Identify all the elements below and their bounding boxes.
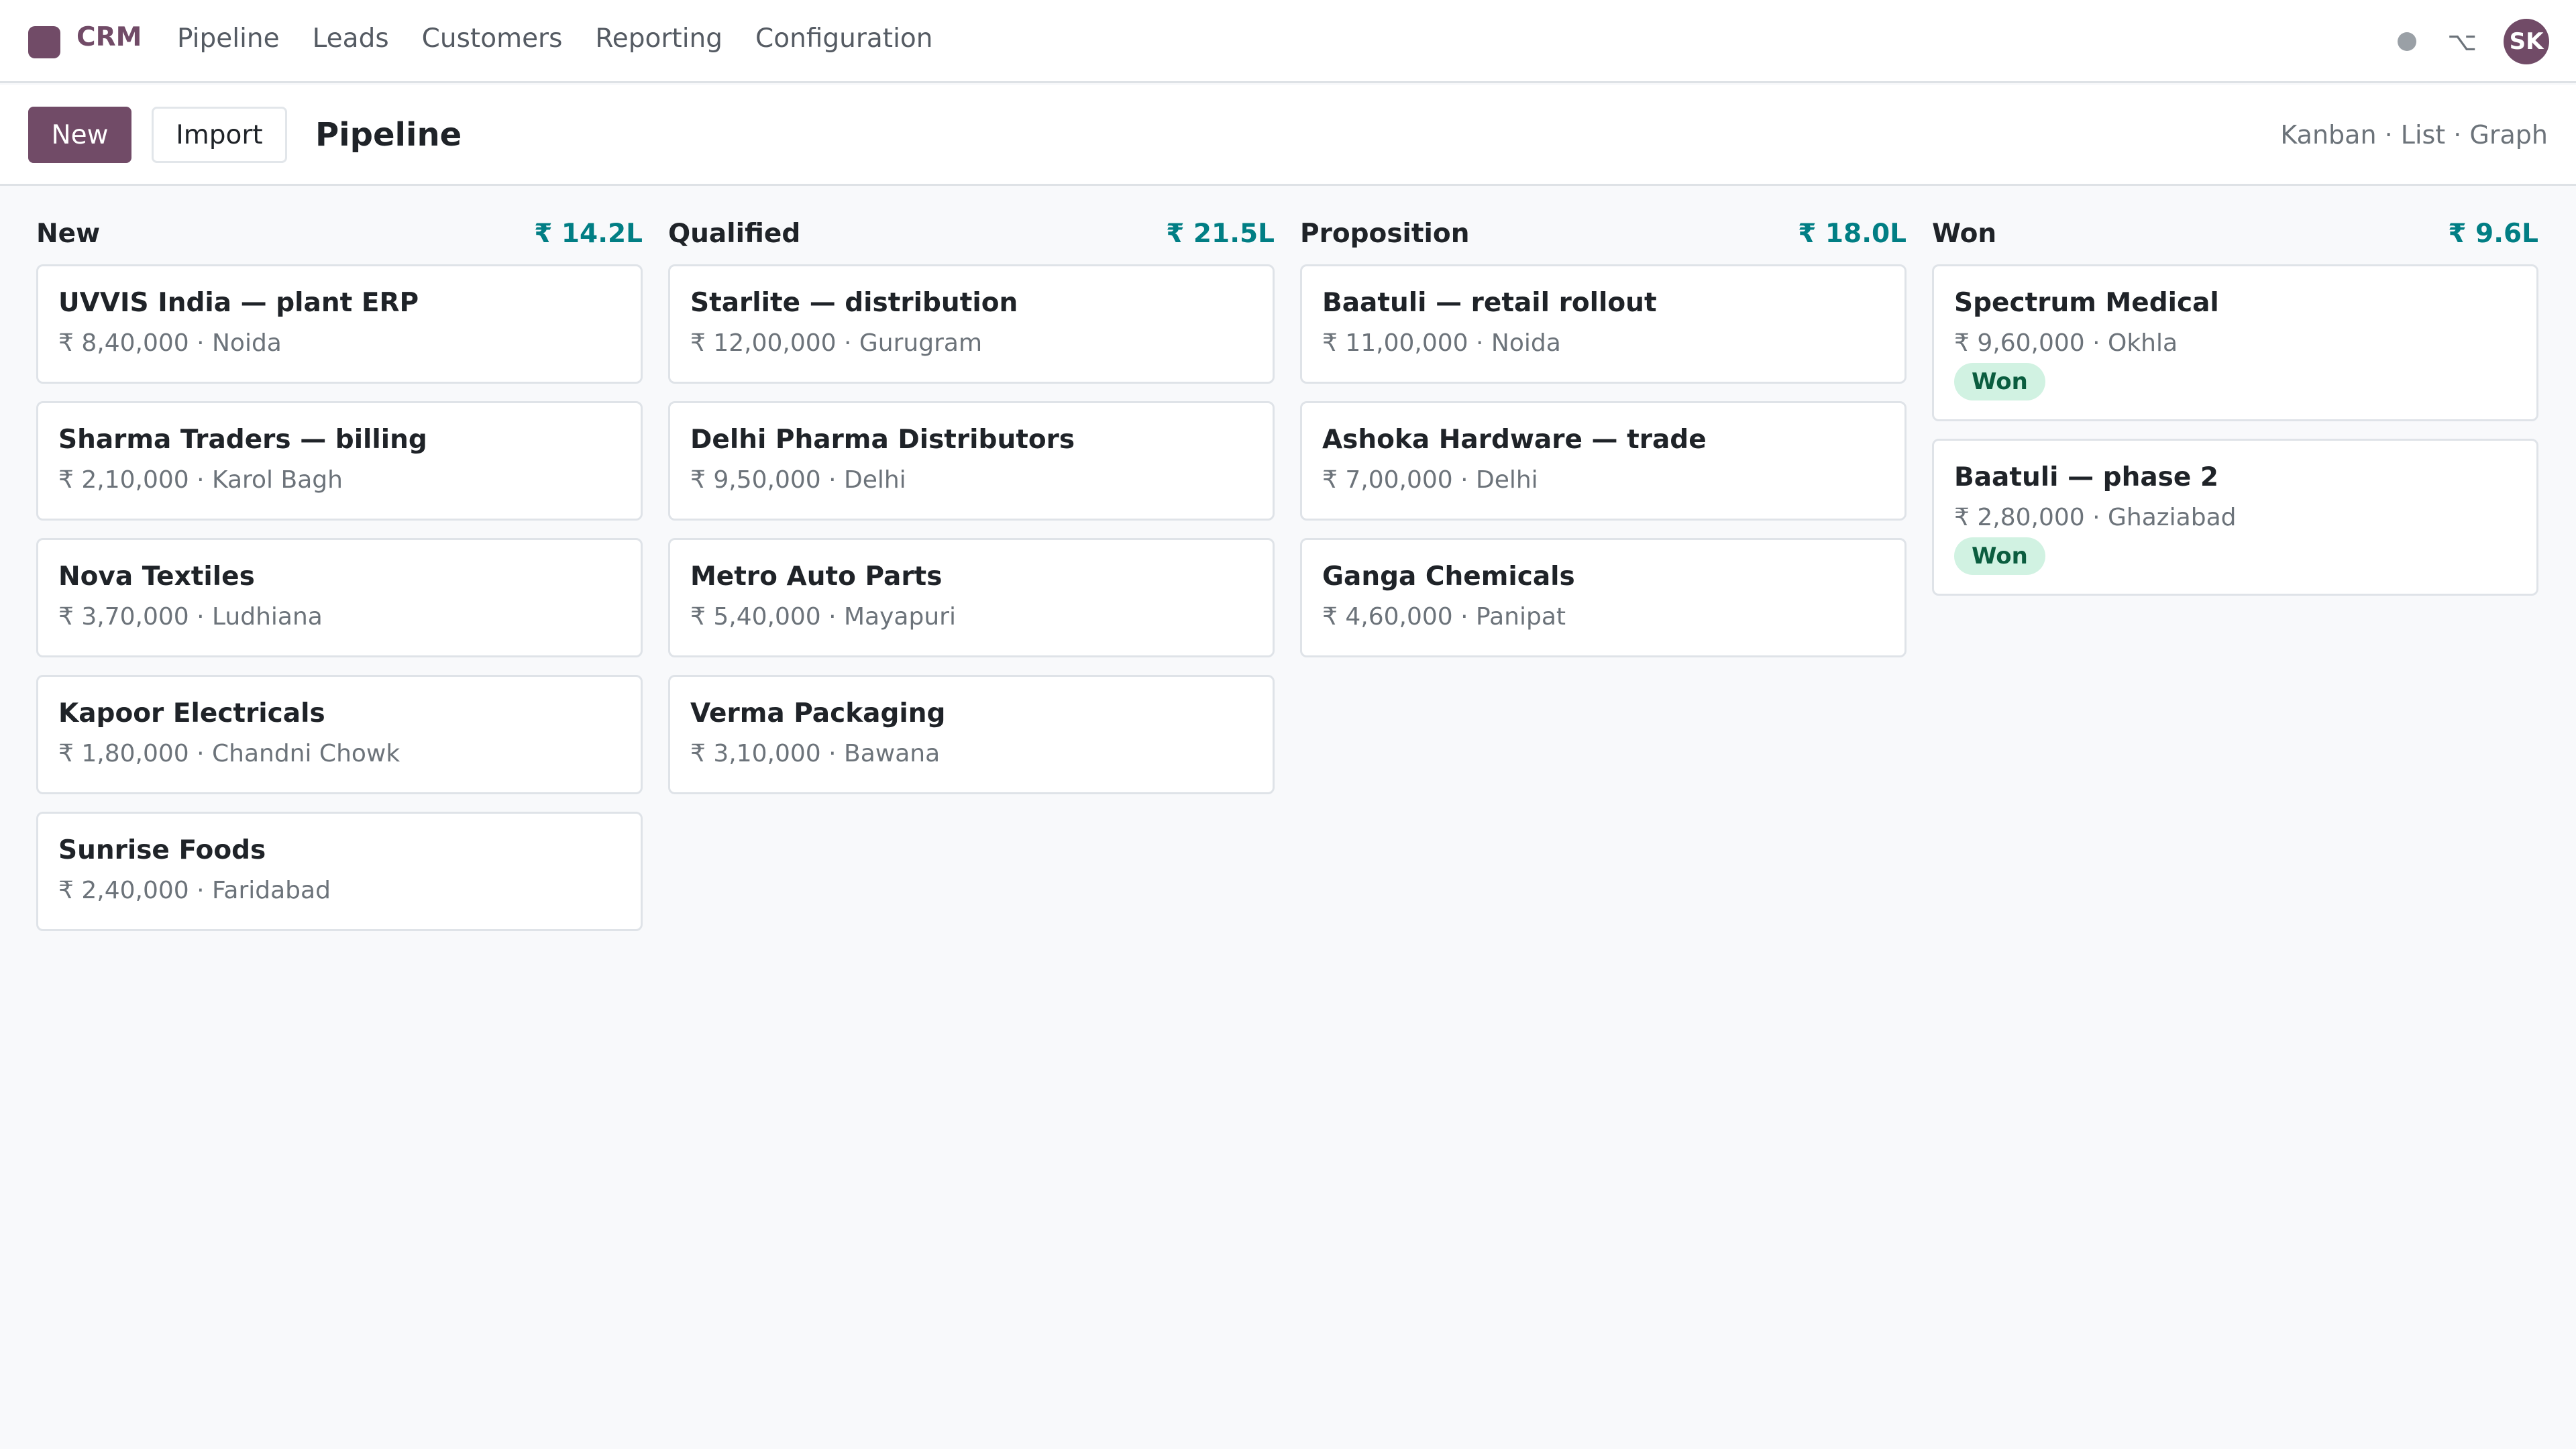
kanban-card[interactable]: UVVIS India — plant ERP ₹ 8,40,000 · Noi… bbox=[36, 264, 643, 384]
won-tag: Won bbox=[1954, 537, 2045, 575]
app-logo-icon[interactable] bbox=[28, 26, 60, 58]
menu-item-reporting[interactable]: Reporting bbox=[595, 21, 722, 56]
kanban-card[interactable]: Ashoka Hardware — trade ₹ 7,00,000 · Del… bbox=[1300, 401, 1907, 521]
card-title: Baatuli — retail rollout bbox=[1322, 288, 1657, 318]
kanban-card[interactable]: Ganga Chemicals ₹ 4,60,000 · Panipat bbox=[1300, 538, 1907, 657]
card-title: Ashoka Hardware — trade bbox=[1322, 425, 1707, 455]
card-title: UVVIS India — plant ERP bbox=[58, 288, 419, 318]
card-meta: ₹ 11,00,000 · Noida bbox=[1322, 329, 1561, 357]
kanban-card[interactable]: Sunrise Foods ₹ 2,40,000 · Faridabad bbox=[36, 812, 643, 931]
card-title: Baatuli — phase 2 bbox=[1954, 462, 2219, 492]
menu-item-configuration[interactable]: Configuration bbox=[755, 21, 933, 56]
column-header[interactable]: Qualified ₹ 21.5L bbox=[668, 213, 1275, 254]
card-meta: ₹ 5,40,000 · Mayapuri bbox=[690, 603, 956, 631]
menu-item-leads[interactable]: Leads bbox=[313, 21, 389, 56]
import-button[interactable]: Import bbox=[152, 107, 287, 163]
column-total: ₹ 18.0L bbox=[1798, 218, 1907, 249]
view-switcher[interactable]: Kanban · List · Graph bbox=[2280, 117, 2548, 152]
column-total: ₹ 14.2L bbox=[534, 218, 643, 249]
card-meta: ₹ 4,60,000 · Panipat bbox=[1322, 603, 1566, 631]
card-meta: ₹ 7,00,000 · Delhi bbox=[1322, 466, 1538, 494]
kanban-card[interactable]: Starlite — distribution ₹ 12,00,000 · Gu… bbox=[668, 264, 1275, 384]
kanban-column-proposition: Proposition ₹ 18.0L Baatuli — retail rol… bbox=[1300, 213, 1907, 949]
kanban-card[interactable]: Delhi Pharma Distributors ₹ 9,50,000 · D… bbox=[668, 401, 1275, 521]
kanban-card[interactable]: Kapoor Electricals ₹ 1,80,000 · Chandni … bbox=[36, 675, 643, 794]
card-meta: ₹ 2,10,000 · Karol Bagh bbox=[58, 466, 343, 494]
column-title: Proposition bbox=[1300, 218, 1470, 249]
card-meta: ₹ 9,60,000 · Okhla bbox=[1954, 329, 2178, 357]
card-meta: ₹ 9,50,000 · Delhi bbox=[690, 466, 906, 494]
kanban-card[interactable]: Verma Packaging ₹ 3,10,000 · Bawana bbox=[668, 675, 1275, 794]
card-title: Ganga Chemicals bbox=[1322, 561, 1575, 592]
navbar-systray: ⌥ SK bbox=[2398, 19, 2549, 64]
menu-item-pipeline[interactable]: Pipeline bbox=[177, 21, 280, 56]
card-meta: ₹ 3,10,000 · Bawana bbox=[690, 740, 941, 767]
page-title: Pipeline bbox=[315, 116, 462, 154]
kanban-card[interactable]: Sharma Traders — billing ₹ 2,10,000 · Ka… bbox=[36, 401, 643, 521]
card-meta: ₹ 12,00,000 · Gurugram bbox=[690, 329, 983, 357]
card-title: Spectrum Medical bbox=[1954, 288, 2219, 318]
kanban-card[interactable]: Baatuli — retail rollout ₹ 11,00,000 · N… bbox=[1300, 264, 1907, 384]
main-menu: Pipeline Leads Customers Reporting Confi… bbox=[177, 21, 966, 56]
card-title: Nova Textiles bbox=[58, 561, 255, 592]
debug-icon[interactable]: ⌥ bbox=[2447, 28, 2477, 55]
status-dot-icon[interactable] bbox=[2398, 32, 2417, 51]
column-header[interactable]: Won ₹ 9.6L bbox=[1932, 213, 2538, 254]
kanban-card[interactable]: Spectrum Medical ₹ 9,60,000 · Okhla Won bbox=[1932, 264, 2538, 421]
kanban-column-new: New ₹ 14.2L UVVIS India — plant ERP ₹ 8,… bbox=[36, 213, 643, 949]
card-title: Sunrise Foods bbox=[58, 835, 266, 865]
card-meta: ₹ 3,70,000 · Ludhiana bbox=[58, 603, 323, 631]
column-title: New bbox=[36, 218, 101, 249]
menu-item-customers[interactable]: Customers bbox=[422, 21, 563, 56]
top-navbar: CRM Pipeline Leads Customers Reporting C… bbox=[0, 0, 2576, 83]
kanban-card[interactable]: Baatuli — phase 2 ₹ 2,80,000 · Ghaziabad… bbox=[1932, 439, 2538, 596]
column-header[interactable]: New ₹ 14.2L bbox=[36, 213, 643, 254]
control-panel: New Import Pipeline Kanban · List · Grap… bbox=[0, 85, 2576, 186]
column-title: Qualified bbox=[668, 218, 801, 249]
card-title: Verma Packaging bbox=[690, 698, 946, 729]
column-total: ₹ 21.5L bbox=[1166, 218, 1275, 249]
kanban-column-qualified: Qualified ₹ 21.5L Starlite — distributio… bbox=[668, 213, 1275, 949]
app-name[interactable]: CRM bbox=[76, 20, 142, 55]
column-title: Won bbox=[1932, 218, 1997, 249]
card-meta: ₹ 8,40,000 · Noida bbox=[58, 329, 282, 357]
card-title: Metro Auto Parts bbox=[690, 561, 943, 592]
kanban-column-won: Won ₹ 9.6L Spectrum Medical ₹ 9,60,000 ·… bbox=[1932, 213, 2538, 949]
column-total: ₹ 9.6L bbox=[2448, 218, 2538, 249]
card-meta: ₹ 2,40,000 · Faridabad bbox=[58, 877, 331, 904]
user-avatar[interactable]: SK bbox=[2504, 19, 2549, 64]
card-meta: ₹ 1,80,000 · Chandni Chowk bbox=[58, 740, 400, 767]
kanban-card[interactable]: Nova Textiles ₹ 3,70,000 · Ludhiana bbox=[36, 538, 643, 657]
card-title: Starlite — distribution bbox=[690, 288, 1018, 318]
kanban-board: New ₹ 14.2L UVVIS India — plant ERP ₹ 8,… bbox=[36, 213, 2538, 949]
card-title: Delhi Pharma Distributors bbox=[690, 425, 1075, 455]
kanban-card[interactable]: Metro Auto Parts ₹ 5,40,000 · Mayapuri bbox=[668, 538, 1275, 657]
card-title: Kapoor Electricals bbox=[58, 698, 325, 729]
won-tag: Won bbox=[1954, 363, 2045, 400]
card-meta: ₹ 2,80,000 · Ghaziabad bbox=[1954, 504, 2237, 531]
column-header[interactable]: Proposition ₹ 18.0L bbox=[1300, 213, 1907, 254]
card-title: Sharma Traders — billing bbox=[58, 425, 427, 455]
new-button[interactable]: New bbox=[28, 107, 131, 163]
